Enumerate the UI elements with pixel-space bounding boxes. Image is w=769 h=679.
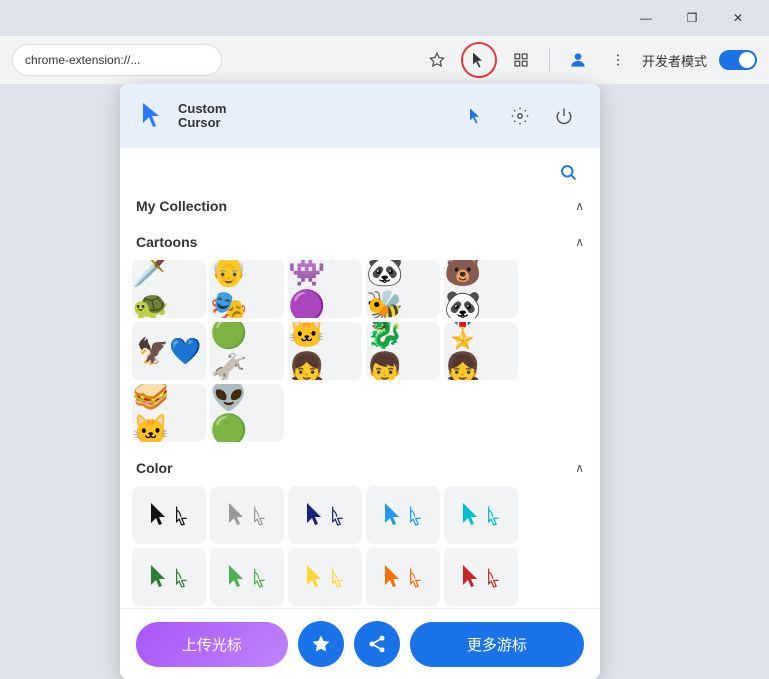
cursor-blue[interactable] bbox=[366, 486, 440, 544]
color-grid bbox=[132, 482, 588, 608]
extensions-icon[interactable] bbox=[505, 44, 537, 76]
more-cursors-button[interactable]: 更多游标 bbox=[410, 622, 584, 667]
cursor-garfield[interactable]: 🥪🐱 bbox=[132, 384, 206, 442]
section-cartoons: Cartoons ∧ 🗡️🐢 👴🎭 👾🟣 🐼🐝 bbox=[120, 228, 600, 454]
star-button[interactable] bbox=[298, 621, 344, 667]
cursor-green[interactable] bbox=[132, 548, 206, 606]
popup-logo: Custom Cursor bbox=[138, 100, 226, 132]
bottom-bar: 上传光标 更多游标 bbox=[120, 608, 600, 679]
cursor-darkblue[interactable] bbox=[288, 486, 362, 544]
share-button[interactable] bbox=[354, 621, 400, 667]
profile-icon[interactable] bbox=[562, 44, 594, 76]
chrome-frame: 码农之家 x2577.com — ❐ ✕ chrome-extension://… bbox=[0, 0, 769, 642]
close-button[interactable]: ✕ bbox=[715, 0, 761, 36]
cursor-soldier[interactable]: 🎖️👧 bbox=[444, 322, 518, 380]
star-icon[interactable] bbox=[421, 44, 453, 76]
devmode-toggle[interactable] bbox=[719, 50, 757, 70]
address-bar[interactable]: chrome-extension://... bbox=[25, 53, 209, 67]
settings-icon-button[interactable] bbox=[502, 98, 538, 134]
chevron-cartoons: ∧ bbox=[575, 235, 584, 249]
section-title-cartoons: Cartoons bbox=[136, 234, 197, 250]
cursor-black[interactable] bbox=[132, 486, 206, 544]
power-icon-button[interactable] bbox=[546, 98, 582, 134]
section-title-color: Color bbox=[136, 460, 173, 476]
cursor-green2[interactable] bbox=[210, 548, 284, 606]
chevron-color: ∧ bbox=[575, 461, 584, 475]
search-button[interactable] bbox=[552, 156, 584, 188]
cursor-minions-purple[interactable]: 👾🟣 bbox=[288, 260, 362, 318]
title-bar: — ❐ ✕ bbox=[0, 0, 769, 36]
cursor-gray[interactable] bbox=[210, 486, 284, 544]
cursor-alien[interactable]: 👽🟢 bbox=[210, 384, 284, 442]
section-header-cartoons[interactable]: Cartoons ∧ bbox=[132, 228, 588, 256]
section-header-my-collection[interactable]: My Collection ∧ bbox=[132, 192, 588, 220]
popup-body: My Collection ∧ Cartoons ∧ 🗡️🐢 👴🎭 bbox=[120, 148, 600, 608]
toolbar: chrome-extension://... bbox=[0, 36, 769, 84]
cursor-panda-bee[interactable]: 🐼🐝 bbox=[366, 260, 440, 318]
cursor-ninja-turtle[interactable]: 🗡️🐢 bbox=[132, 260, 206, 318]
cursor-bird-blue[interactable]: 🦅💙 bbox=[132, 322, 206, 380]
search-row bbox=[120, 148, 600, 192]
maximize-button[interactable]: ❐ bbox=[669, 0, 715, 36]
window-controls: — ❐ ✕ bbox=[623, 0, 761, 36]
popup-header-icons bbox=[458, 98, 582, 134]
cursor-red[interactable] bbox=[444, 548, 518, 606]
cursor-orange[interactable] bbox=[366, 548, 440, 606]
chevron-my-collection: ∧ bbox=[575, 199, 584, 213]
cursor-yellow[interactable] bbox=[288, 548, 362, 606]
upload-cursor-button[interactable]: 上传光标 bbox=[136, 622, 288, 667]
devmode-label: 开发者模式 bbox=[642, 51, 707, 70]
cursor-hiccup[interactable]: 🐉👦 bbox=[366, 322, 440, 380]
extension-popup: Custom Cursor bbox=[120, 84, 600, 679]
menu-icon[interactable] bbox=[602, 44, 634, 76]
cursor-minions[interactable]: 👴🎭 bbox=[210, 260, 284, 318]
toolbar-divider bbox=[549, 48, 550, 72]
cursor-shrek[interactable]: 🟢🫏 bbox=[210, 322, 284, 380]
section-title-my-collection: My Collection bbox=[136, 198, 227, 214]
section-header-color[interactable]: Color ∧ bbox=[132, 454, 588, 482]
cartoons-grid: 🗡️🐢 👴🎭 👾🟣 🐼🐝 🐻🐼 🦅💙 bbox=[132, 256, 588, 446]
section-my-collection: My Collection ∧ bbox=[120, 192, 600, 228]
popup-header: Custom Cursor bbox=[120, 84, 600, 148]
cursor-icon-button[interactable] bbox=[458, 98, 494, 134]
logo-text: Custom Cursor bbox=[178, 102, 226, 131]
cursor-cat-lady[interactable]: 🐱👧 bbox=[288, 322, 362, 380]
cursor-bear-panda[interactable]: 🐻🐼 bbox=[444, 260, 518, 318]
logo-arrow-icon bbox=[138, 100, 170, 132]
minimize-button[interactable]: — bbox=[623, 0, 669, 36]
section-color: Color ∧ bbox=[120, 454, 600, 608]
cursor-teal[interactable] bbox=[444, 486, 518, 544]
